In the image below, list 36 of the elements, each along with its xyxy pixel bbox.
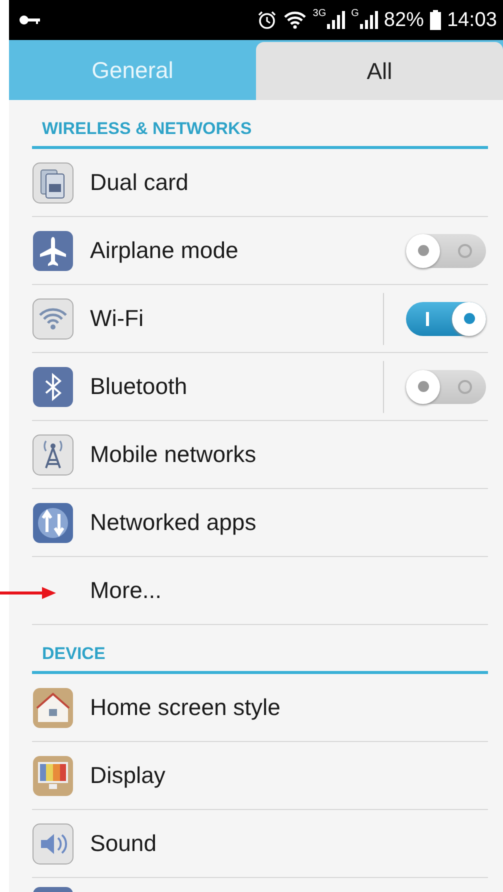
toggle-switch[interactable] (406, 302, 486, 336)
toggle-switch[interactable] (406, 370, 486, 404)
wifi-icon (32, 298, 74, 340)
cell-signal-icon (360, 11, 378, 29)
annotation-arrow (0, 586, 56, 600)
setting-label[interactable]: Wi-Fi (90, 305, 383, 332)
battery-percentage: 82% (384, 8, 424, 32)
airplane-icon (32, 230, 74, 272)
clock-time: 14:03 (446, 8, 497, 32)
network-type-label: 3G (312, 8, 326, 19)
house-icon (32, 686, 74, 728)
section-header: DEVICE (41, 643, 106, 665)
cell-signal-icon (327, 11, 346, 29)
setting-label[interactable]: Airplane mode (90, 237, 406, 264)
section-header: WIRELESS & NETWORKS (41, 118, 253, 140)
battery-icon (430, 10, 441, 30)
setting-label[interactable]: Dual card (90, 169, 488, 196)
setting-label[interactable]: Sound (90, 830, 488, 857)
setting-label[interactable]: Home screen style (90, 694, 488, 721)
globe-arrows-icon (32, 502, 74, 544)
setting-label[interactable]: Networked apps (90, 509, 488, 536)
tab[interactable]: All (256, 42, 503, 100)
setting-label[interactable]: Display (90, 762, 488, 789)
bluetooth-icon (32, 366, 74, 408)
toggle-switch[interactable] (406, 234, 486, 268)
antenna-tower-icon (32, 434, 74, 476)
monitor-icon (32, 754, 74, 796)
setting-label[interactable]: Mobile networks (90, 441, 488, 468)
alarm-clock-icon (256, 10, 277, 30)
speaker-icon (32, 822, 74, 864)
key-icon (19, 14, 41, 26)
wifi-signal-icon (282, 11, 307, 29)
setting-label[interactable]: More... (90, 577, 488, 604)
setting-label[interactable]: Bluetooth (90, 373, 383, 400)
sim-card-icon (32, 162, 74, 204)
network-type-label: G (351, 8, 359, 19)
